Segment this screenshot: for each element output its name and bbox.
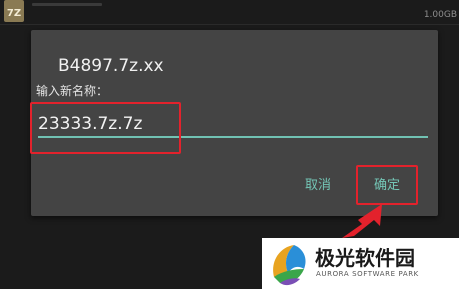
aurora-logo-icon [269,245,309,286]
file-name-placeholder [32,3,102,6]
watermark-logo: 极光软件园 AURORA SOFTWARE PARK [262,238,459,289]
input-highlight-box [30,102,181,154]
red-arrow-icon [342,204,382,238]
watermark-name: 极光软件园 [315,246,415,270]
watermark-subtitle: AURORA SOFTWARE PARK [316,270,419,278]
new-name-label: 输入新名称： [36,84,109,98]
file-manager-screen: 7Z 1.00GB B4897.7z.xx 输入新名称： 取消 确定 极光软件园… [0,0,459,289]
archive-file-icon-label: 7Z [6,8,22,19]
file-size-label: 1.00GB [423,10,457,20]
cancel-button[interactable]: 取消 [305,174,331,193]
dialog-title: B4897.7z.xx [58,56,164,76]
archive-file-icon: 7Z [4,0,24,22]
list-divider [0,24,459,25]
